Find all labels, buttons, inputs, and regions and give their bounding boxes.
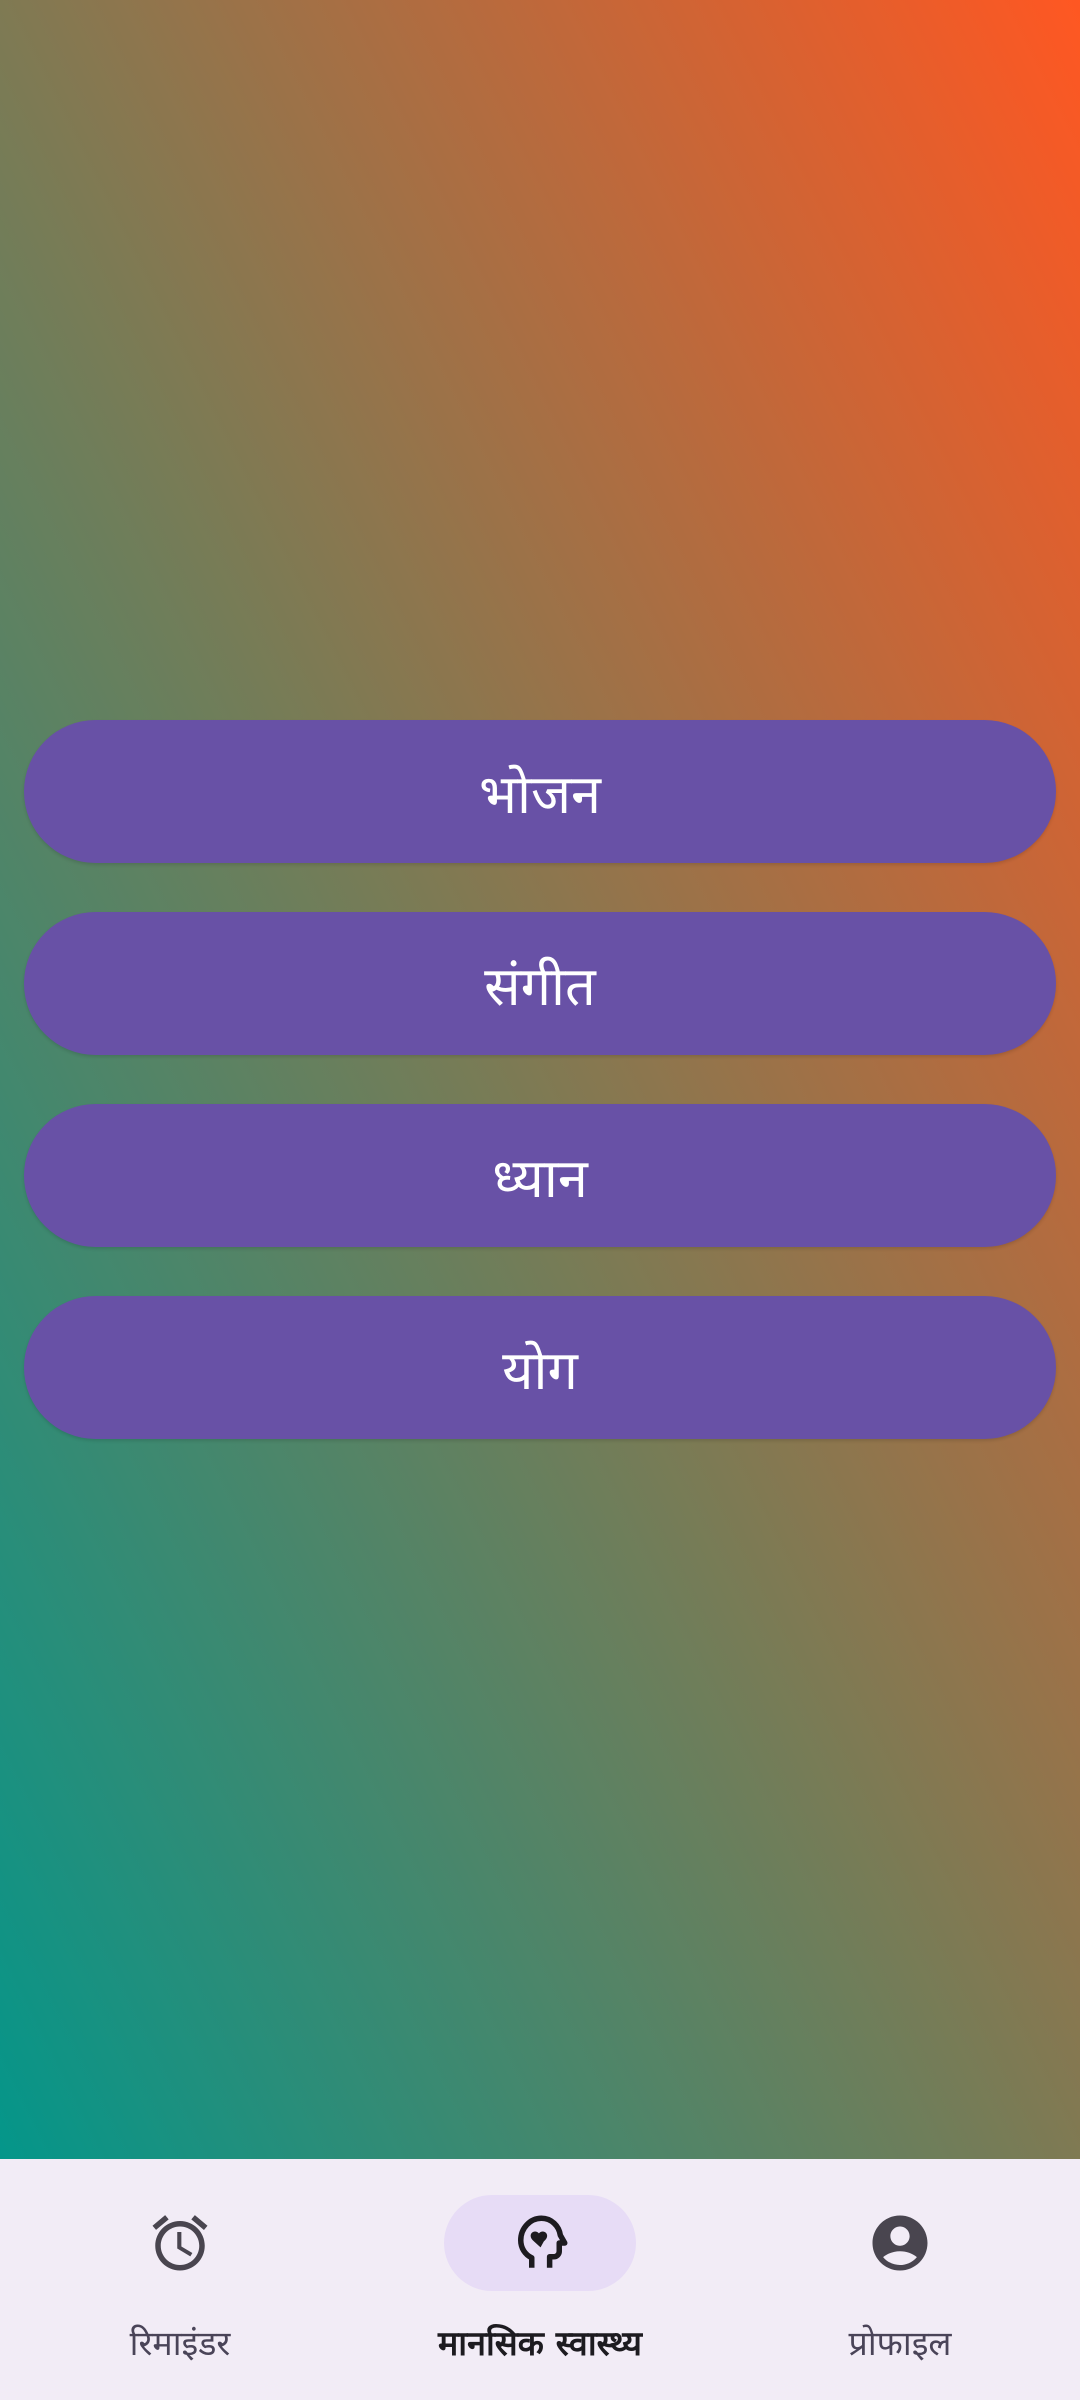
nav-item-profile[interactable]: प्रोफाइल	[720, 2159, 1080, 2400]
nav-active-indicator	[444, 2195, 636, 2291]
nav-indicator	[84, 2195, 276, 2291]
account-circle-icon	[872, 2215, 928, 2271]
category-menu: भोजन संगीत ध्यान योग	[24, 720, 1056, 1488]
meditation-button[interactable]: ध्यान	[24, 1104, 1056, 1247]
nav-label-reminder: रिमाइंडर	[129, 2324, 231, 2364]
alarm-clock-icon	[152, 2215, 208, 2271]
music-button[interactable]: संगीत	[24, 912, 1056, 1055]
app-screen: भोजन संगीत ध्यान योग रिमाइंडर मानसिक स्व…	[0, 0, 1080, 2400]
nav-indicator	[804, 2195, 996, 2291]
bottom-navigation-bar: रिमाइंडर मानसिक स्वास्थ्य प्रोफाइल	[0, 2159, 1080, 2400]
nav-label-mental-health: मानसिक स्वास्थ्य	[437, 2324, 643, 2364]
nav-item-reminder[interactable]: रिमाइंडर	[0, 2159, 360, 2400]
head-heart-icon	[518, 2215, 568, 2268]
yoga-button[interactable]: योग	[24, 1296, 1056, 1439]
gradient-background: भोजन संगीत ध्यान योग	[0, 0, 1080, 2159]
nav-item-mental-health[interactable]: मानसिक स्वास्थ्य	[360, 2159, 720, 2400]
nav-label-profile: प्रोफाइल	[848, 2324, 952, 2364]
food-button[interactable]: भोजन	[24, 720, 1056, 863]
